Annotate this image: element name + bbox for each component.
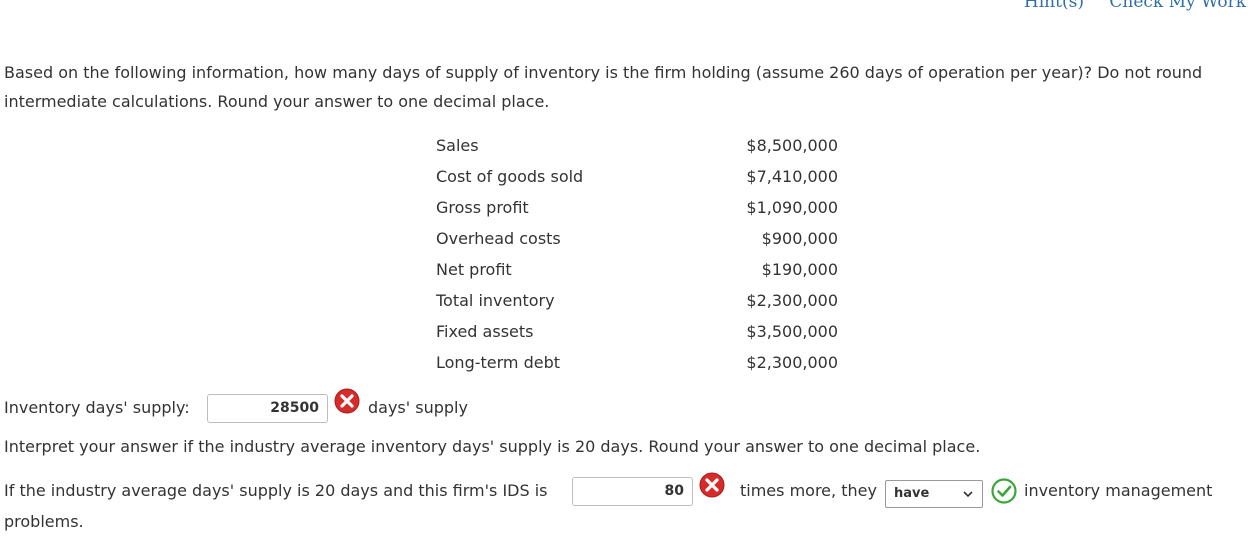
table-row: Gross profit $1,090,000: [436, 192, 838, 223]
row-value: $1,090,000: [746, 198, 838, 217]
select-value: have: [894, 486, 930, 501]
table-row: Sales $8,500,000: [436, 130, 838, 161]
check-my-work-link[interactable]: Check My Work: [1109, 0, 1246, 12]
ids-multiple-input[interactable]: 80: [572, 477, 693, 506]
row-label: Net profit: [436, 260, 512, 279]
have-select[interactable]: have: [885, 480, 983, 508]
interpret-wrap: problems.: [4, 512, 84, 531]
row-label: Overhead costs: [436, 229, 561, 248]
row-label: Fixed assets: [436, 322, 534, 341]
chevron-down-icon: [963, 491, 973, 498]
row-value: $3,500,000: [746, 322, 838, 341]
row-value: $8,500,000: [746, 136, 838, 155]
row-value: $2,300,000: [746, 353, 838, 372]
hints-link[interactable]: Hint(s): [1024, 0, 1084, 12]
table-row: Overhead costs $900,000: [436, 223, 838, 254]
inventory-days-input[interactable]: 28500: [207, 394, 328, 423]
row-value: $2,300,000: [746, 291, 838, 310]
interpret-prefix: If the industry average days' supply is …: [4, 481, 548, 500]
row-label: Long-term debt: [436, 353, 561, 372]
days-supply-suffix: days' supply: [368, 398, 468, 417]
row-label: Gross profit: [436, 198, 529, 217]
incorrect-icon: [699, 472, 725, 498]
interpret-suffix: inventory management: [1024, 481, 1213, 500]
row-label: Cost of goods sold: [436, 167, 584, 186]
row-value: $900,000: [761, 229, 838, 248]
top-links: Hint(s) Check My Work: [1004, 0, 1246, 12]
question-text: Based on the following information, how …: [4, 63, 1203, 111]
table-row: Long-term debt $2,300,000: [436, 347, 838, 378]
correct-icon: [991, 478, 1017, 504]
row-value: $190,000: [761, 260, 838, 279]
interpret-middle: times more, they: [740, 481, 877, 500]
table-row: Cost of goods sold $7,410,000: [436, 161, 838, 192]
table-row: Fixed assets $3,500,000: [436, 316, 838, 347]
row-value: $7,410,000: [746, 167, 838, 186]
financials-table: Sales $8,500,000 Cost of goods sold $7,410…: [436, 130, 838, 378]
row-label: Sales: [436, 136, 479, 155]
table-row: Total inventory $2,300,000: [436, 285, 838, 316]
interpret-text: Interpret your answer if the industry av…: [4, 437, 981, 456]
incorrect-icon: [334, 388, 360, 414]
table-row: Net profit $190,000: [436, 254, 838, 285]
row-label: Total inventory: [436, 291, 555, 310]
inventory-days-label: Inventory days' supply:: [4, 398, 190, 417]
